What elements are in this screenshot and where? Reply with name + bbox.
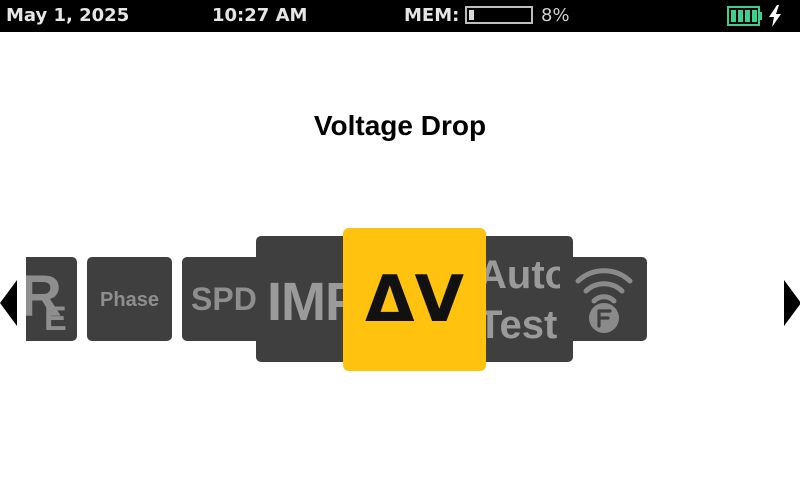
mode-tile-spd[interactable]: SPD [182, 257, 267, 341]
memory-label: MEM: [404, 5, 460, 26]
page-title: Voltage Drop [313, 110, 487, 141]
memory-usage-bar [465, 6, 533, 24]
battery-icon [727, 6, 762, 26]
mode-tile-earth-resistance[interactable]: R E [26, 257, 77, 341]
tile-spd-label: SPD [191, 281, 257, 317]
tile-auto-label-line2: Test [478, 303, 558, 347]
tile-auto-label-line1: Auto [478, 253, 570, 297]
mode-tile-voltage-drop-selected[interactable]: ΔV [343, 228, 486, 371]
tile-voltage-drop-label: ΔV [364, 263, 465, 337]
carousel-right-arrow-icon[interactable] [782, 280, 800, 326]
status-date: May 1, 2025 [6, 5, 130, 26]
memory-usage-fill [469, 10, 474, 20]
mode-tile-phase[interactable]: Phase [87, 257, 172, 341]
wifi-connect-icon [575, 268, 633, 333]
mode-tile-wireless[interactable] [560, 257, 647, 341]
status-bar: May 1, 2025 10:27 AM MEM: 8% [0, 0, 800, 32]
tile-re-sub-label: E [44, 300, 67, 338]
tile-phase-label: Phase [100, 289, 159, 311]
device-screen: May 1, 2025 10:27 AM MEM: 8% Voltage Dro… [0, 0, 800, 480]
charging-icon [769, 5, 781, 27]
memory-percent: 8% [541, 5, 570, 26]
carousel-left-arrow-icon[interactable] [0, 280, 20, 326]
status-time: 10:27 AM [212, 5, 308, 26]
